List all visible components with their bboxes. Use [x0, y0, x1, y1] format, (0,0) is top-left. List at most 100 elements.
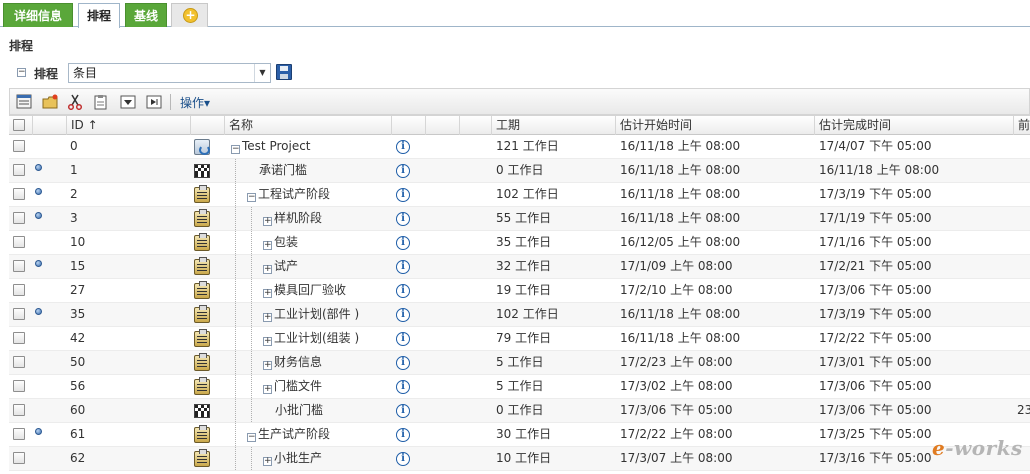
row-name[interactable]: 工程试产阶段 [258, 187, 330, 201]
row-name[interactable]: 包装 [274, 235, 298, 249]
table-row[interactable]: 60 小批门槛 i 0 工作日 17/3/06 下午 05:00 17/3/06 下午 0… [9, 399, 1030, 423]
new-folder-icon[interactable] [42, 94, 59, 110]
table-row[interactable]: 35 + 工业计划(部件 ) i 102 工作日 16/11/18 上午 08:00 17/… [9, 303, 1030, 327]
collapse-icon[interactable]: − [17, 68, 26, 77]
row-checkbox[interactable] [13, 332, 25, 344]
table-row[interactable]: 15 + 试产 i 32 工作日 17/1/09 上午 08:00 17/2/21 下午 0… [9, 255, 1030, 279]
row-name[interactable]: 工业计划(组装 ) [274, 331, 359, 345]
tab-schedule[interactable]: 排程 [78, 3, 120, 28]
tab-details[interactable]: 详细信息 [3, 3, 73, 27]
paste-icon[interactable] [93, 94, 110, 110]
table-row[interactable]: 2 − 工程试产阶段 i 102 工作日 16/11/18 上午 08:00 17/3/19… [9, 183, 1030, 207]
row-start: 16/11/18 上午 08:00 [620, 187, 741, 201]
info-icon[interactable]: i [396, 164, 410, 178]
table-row[interactable]: 3 + 样机阶段 i 55 工作日 16/11/18 上午 08:00 17/1/19 下午… [9, 207, 1030, 231]
row-start: 17/2/22 上午 08:00 [620, 427, 733, 441]
table-row[interactable]: 27 + 模具回厂验收 i 19 工作日 17/2/10 上午 08:00 17/3/06 … [9, 279, 1030, 303]
info-icon[interactable]: i [396, 404, 410, 418]
row-checkbox[interactable] [13, 428, 25, 440]
save-icon[interactable] [276, 64, 292, 80]
phase-icon [194, 353, 210, 371]
collapse-icon[interactable]: − [231, 145, 240, 154]
expand-icon[interactable]: + [263, 217, 272, 226]
column-finish[interactable]: 估计完成时间 [815, 116, 1014, 135]
row-checkbox[interactable] [13, 380, 25, 392]
info-icon[interactable]: i [396, 212, 410, 226]
info-icon[interactable]: i [396, 188, 410, 202]
row-checkbox[interactable] [13, 188, 25, 200]
row-id: 50 [70, 355, 86, 369]
row-checkbox[interactable] [13, 356, 25, 368]
info-icon[interactable]: i [396, 140, 410, 154]
info-icon[interactable]: i [396, 428, 410, 442]
column-duration[interactable]: 工期 [492, 116, 616, 135]
row-checkbox[interactable] [13, 164, 25, 176]
info-icon[interactable]: i [396, 260, 410, 274]
info-icon[interactable]: i [396, 236, 410, 250]
row-name[interactable]: Test Project [242, 139, 311, 153]
expand-icon[interactable]: + [263, 457, 272, 466]
expand-icon[interactable]: + [263, 265, 272, 274]
expand-icon[interactable]: + [263, 337, 272, 346]
collapse-icon[interactable]: − [247, 193, 256, 202]
expand-icon[interactable]: + [263, 289, 272, 298]
outdent-icon[interactable] [120, 94, 137, 110]
row-name[interactable]: 小批门槛 [275, 403, 323, 417]
table-row[interactable]: 10 + 包装 i 35 工作日 16/12/05 上午 08:00 17/1/16 下午 … [9, 231, 1030, 255]
header-select-cell [9, 116, 33, 135]
expand-icon[interactable]: + [263, 241, 272, 250]
row-start: 16/11/18 上午 08:00 [620, 307, 741, 321]
edit-table-icon[interactable] [16, 94, 33, 110]
expand-icon[interactable]: + [263, 385, 272, 394]
row-checkbox[interactable] [13, 452, 25, 464]
expand-icon[interactable]: + [263, 313, 272, 322]
actions-menu[interactable]: 操作▾ [180, 94, 210, 111]
row-checkbox[interactable] [13, 236, 25, 248]
table-row[interactable]: 56 + 门槛文件 i 5 工作日 17/3/02 上午 08:00 17/3/06 下午 … [9, 375, 1030, 399]
collapse-icon[interactable]: − [247, 433, 256, 442]
info-icon[interactable]: i [396, 380, 410, 394]
tab-bar: 详细信息 排程 基线 + [0, 0, 1030, 28]
row-checkbox[interactable] [13, 140, 25, 152]
info-icon[interactable]: i [396, 452, 410, 466]
row-checkbox[interactable] [13, 260, 25, 272]
table-row[interactable]: 42 + 工业计划(组装 ) i 79 工作日 16/11/18 上午 08:00 17/2… [9, 327, 1030, 351]
row-checkbox[interactable] [13, 284, 25, 296]
table-row[interactable]: 0 − Test Project i 121 工作日 16/11/18 上午 08:00 1… [9, 135, 1030, 159]
row-name[interactable]: 小批生产 [274, 451, 322, 465]
row-name[interactable]: 财务信息 [274, 355, 322, 369]
row-name[interactable]: 生产试产阶段 [258, 427, 330, 441]
expand-icon[interactable]: + [263, 361, 272, 370]
view-select[interactable]: 条目 ▼ [68, 63, 271, 83]
row-name[interactable]: 承诺门槛 [259, 163, 307, 177]
info-icon[interactable]: i [396, 332, 410, 346]
tree-line [251, 327, 252, 350]
column-name[interactable]: 名称 [225, 116, 392, 135]
info-icon[interactable]: i [396, 356, 410, 370]
table-row[interactable]: 50 + 财务信息 i 5 工作日 17/2/23 上午 08:00 17/3/01 下午 … [9, 351, 1030, 375]
row-name[interactable]: 试产 [274, 259, 298, 273]
row-checkbox[interactable] [13, 404, 25, 416]
row-name-cell: + 小批生产 [263, 447, 392, 470]
status-dot-icon [35, 260, 42, 267]
row-name[interactable]: 工业计划(部件 ) [274, 307, 359, 321]
tab-baseline[interactable]: 基线 [125, 3, 167, 27]
row-name[interactable]: 模具回厂验收 [274, 283, 346, 297]
row-name[interactable]: 样机阶段 [274, 211, 322, 225]
row-checkbox[interactable] [13, 308, 25, 320]
info-icon[interactable]: i [396, 308, 410, 322]
indent-icon[interactable] [146, 94, 163, 110]
row-checkbox[interactable] [13, 212, 25, 224]
table-row[interactable]: 1 承诺门槛 i 0 工作日 16/11/18 上午 08:00 16/11/18 上午 … [9, 159, 1030, 183]
cut-icon[interactable] [67, 94, 84, 110]
select-all-checkbox[interactable] [13, 119, 25, 131]
column-start[interactable]: 估计开始时间 [616, 116, 815, 135]
table-row[interactable]: 62 + 小批生产 i 10 工作日 17/3/07 上午 08:00 17/3/16 下午… [9, 447, 1030, 471]
add-tab-button[interactable]: + [171, 3, 208, 27]
column-id[interactable]: ID ↑ [67, 116, 191, 135]
info-icon[interactable]: i [396, 284, 410, 298]
column-predecessors[interactable]: 前 [1014, 116, 1030, 135]
table-row[interactable]: 61− 生产试产阶段 i 30 工作日 17/2/22 上午 08:00 17/3/25 … [9, 423, 1030, 447]
row-finish: 17/3/19 下午 05:00 [819, 187, 932, 201]
row-name[interactable]: 门槛文件 [274, 379, 322, 393]
